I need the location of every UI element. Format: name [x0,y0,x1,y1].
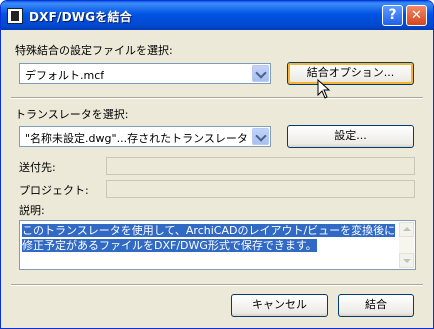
title-bar[interactable]: DXF/DWGを結合 ? ✕ [1,1,433,30]
project-label: プロジェクト: [19,184,89,197]
close-button[interactable]: ✕ [406,5,427,26]
merge-options-button[interactable]: 結合オプション... [287,62,414,85]
chevron-down-icon[interactable] [252,65,269,82]
send-to-field [106,157,415,175]
vertical-scrollbar[interactable] [399,222,414,268]
project-field [106,180,415,198]
send-to-label: 送付先: [19,161,56,174]
translator-value: "名称未設定.dwg"...存されたトランスレータ [25,132,248,145]
window-title: DXF/DWGを結合 [29,10,132,24]
scroll-up-icon[interactable] [399,222,414,237]
description-selected-text: このトランスレータを使用して、ArchiCADのレイアウト/ビューを変換後に修正… [22,224,396,252]
description-box[interactable]: このトランスレータを使用して、ArchiCADのレイアウト/ビューを変換後に修正… [19,220,416,270]
dialog-window: DXF/DWGを結合 ? ✕ 特殊結合の設定ファイルを選択: デフォルト.mcf… [0,0,434,329]
description-text: このトランスレータを使用して、ArchiCADのレイアウト/ビューを変換後に修正… [22,223,396,253]
divider [11,97,423,99]
translator-label: トランスレータを選択: [15,108,129,121]
mouse-cursor-icon [317,79,331,99]
scroll-down-icon[interactable] [399,253,414,268]
divider [11,284,423,286]
merge-settings-value: デフォルト.mcf [25,69,105,82]
description-label: 説明: [19,204,45,217]
translator-select[interactable]: "名称未設定.dwg"...存されたトランスレータ [19,126,271,147]
merge-settings-label: 特殊結合の設定ファイルを選択: [15,44,173,57]
merge-settings-select[interactable]: デフォルト.mcf [19,63,271,84]
app-icon [7,8,23,24]
settings-button[interactable]: 設定... [287,125,414,148]
cancel-button[interactable]: キャンセル [231,294,328,317]
chevron-down-icon[interactable] [252,128,269,145]
ok-button[interactable]: 結合 [338,294,414,317]
help-button[interactable]: ? [382,5,403,26]
